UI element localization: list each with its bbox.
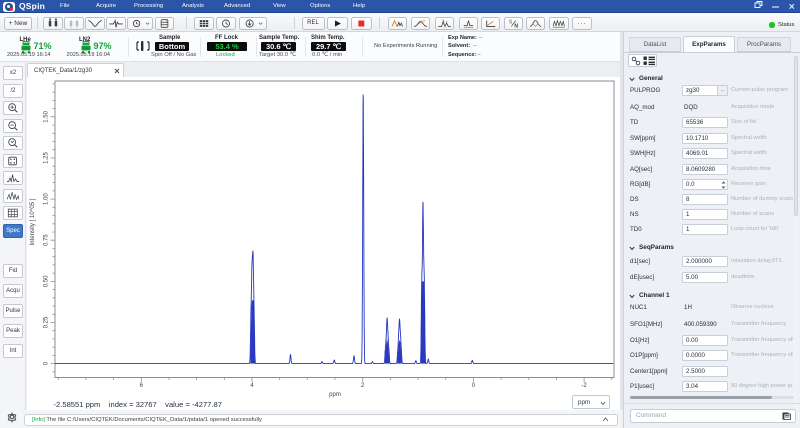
svg-text:1.00: 1.00 bbox=[44, 193, 50, 205]
svg-text:0.50: 0.50 bbox=[44, 275, 50, 287]
svg-text:0.75: 0.75 bbox=[44, 234, 50, 246]
svg-text:1.50: 1.50 bbox=[44, 110, 50, 122]
svg-text:4: 4 bbox=[250, 383, 254, 389]
svg-text:Intensity [ 10^05 ]: Intensity [ 10^05 ] bbox=[30, 198, 36, 245]
svg-text:0: 0 bbox=[44, 361, 50, 365]
svg-text:ppm: ppm bbox=[329, 392, 341, 398]
svg-text:2: 2 bbox=[361, 383, 365, 389]
svg-text:0.25: 0.25 bbox=[44, 316, 50, 328]
svg-text:1.25: 1.25 bbox=[44, 152, 50, 164]
svg-text:S: S bbox=[508, 19, 512, 25]
svg-text:6: 6 bbox=[140, 383, 144, 389]
svg-text:0: 0 bbox=[472, 383, 476, 389]
svg-text:0: 0 bbox=[423, 19, 425, 23]
svg-text:-2: -2 bbox=[581, 383, 587, 389]
svg-text:N: N bbox=[514, 23, 518, 29]
